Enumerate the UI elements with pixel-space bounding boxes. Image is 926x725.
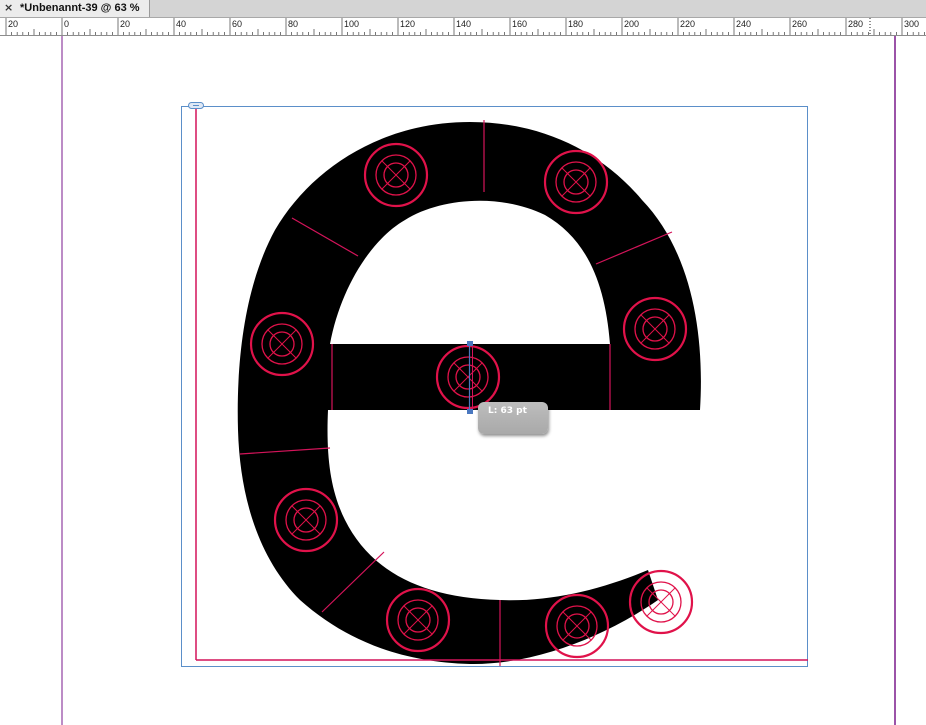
tab-title[interactable]: *Unbenannt-39 @ 63 % [20,2,140,14]
document-canvas[interactable] [0,36,926,725]
ruler-label: 0 [64,19,69,29]
tooltip-text: L: 63 pt [488,406,527,416]
horizontal-ruler[interactable]: 20 0 20 40 60 80 100 120 140 160 180 200 220 240 260 28… [0,18,926,36]
ruler-label: 160 [512,19,527,29]
ruler-label: 120 [400,19,415,29]
ruler-label: 300 [904,19,919,29]
ruler-label: 60 [232,19,242,29]
tab-bar: × *Unbenannt-39 @ 63 % [0,0,926,18]
ruler-label: 80 [288,19,298,29]
ruler-label: 280 [848,19,863,29]
length-tooltip: L: 63 pt [478,402,548,434]
ruler-label: 20 [8,19,18,29]
ruler-label: 20 [120,19,130,29]
ruler-label: 100 [344,19,359,29]
link-icon[interactable] [188,102,204,109]
ruler-label: 180 [568,19,583,29]
document-tab[interactable]: × *Unbenannt-39 @ 63 % [0,0,150,17]
ruler-label: 260 [792,19,807,29]
ruler-label: 220 [680,19,695,29]
ruler-label: 140 [456,19,471,29]
ruler-label: 200 [624,19,639,29]
ruler-label: 40 [176,19,186,29]
ruler-scale: 20 0 20 40 60 80 100 120 140 160 180 200 220 240 260 28… [5,18,925,35]
close-icon[interactable]: × [4,1,13,14]
ruler-label: 240 [736,19,751,29]
